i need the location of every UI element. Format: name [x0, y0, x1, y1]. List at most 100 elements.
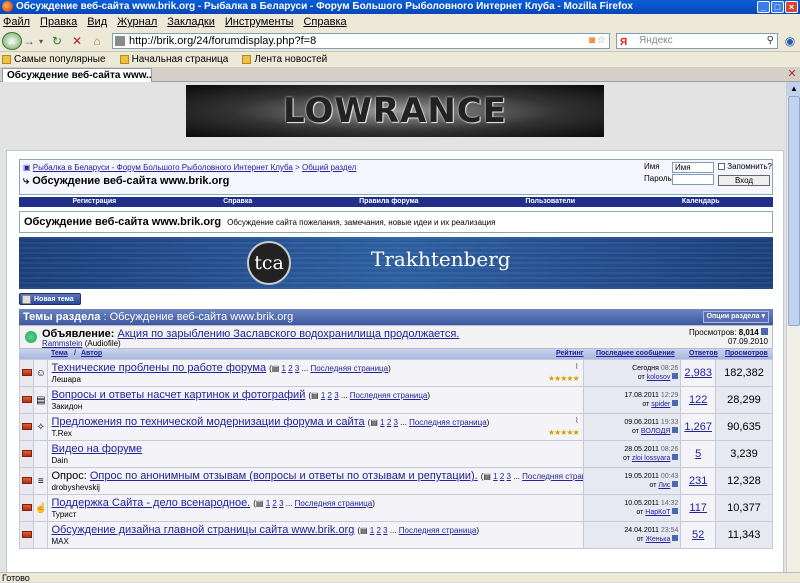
menu-tools[interactable]: Инструменты [225, 14, 294, 30]
topic-title-link[interactable]: Вопросы и ответы насчет картинок и фотог… [51, 389, 305, 401]
page-link[interactable]: 3 [334, 391, 338, 400]
bookmark-start-page[interactable]: Начальная страница [119, 52, 228, 67]
lowrance-banner[interactable]: LOWRANCE [186, 85, 604, 137]
new-topic-button[interactable]: Новая тема [19, 293, 81, 305]
home-icon[interactable]: ⌂ [90, 32, 104, 50]
last-page-link[interactable]: Последняя страница [350, 391, 428, 400]
topic-title-link[interactable]: Предложения по технической модернизации … [51, 416, 364, 428]
scroll-up-icon[interactable]: ▲ [787, 82, 800, 96]
password-input[interactable] [672, 174, 714, 185]
nav-members[interactable]: Пользователи [525, 197, 575, 207]
last-post-user-link[interactable]: ВОЛОДЯ [641, 428, 670, 435]
page-link[interactable]: 1 [282, 364, 286, 373]
tab-active[interactable]: Обсуждение веб-сайта www.... [2, 68, 152, 82]
login-button[interactable]: Вход [718, 175, 770, 186]
search-input[interactable]: Я Яндекс ⚲ [616, 33, 778, 49]
topic-title-link[interactable]: Обсуждение дизайна главной страницы сайт… [51, 524, 354, 536]
rss-icon[interactable]: ◙ [589, 34, 595, 48]
breadcrumb-section[interactable]: Общий раздел [302, 163, 356, 172]
forward-icon[interactable]: → [23, 32, 35, 50]
last-page-link[interactable]: Последняя страница [295, 499, 373, 508]
forum-options-button[interactable]: Опции раздела ▾ [702, 311, 769, 323]
last-page-link[interactable]: Последняя страница [409, 418, 487, 427]
close-tab-icon[interactable]: ✕ [786, 68, 798, 80]
go-to-last-post-icon[interactable] [672, 427, 679, 433]
col-rating[interactable]: Рейтинг [556, 349, 584, 359]
menu-view[interactable]: Вид [87, 14, 107, 30]
replies-link[interactable]: 1,267 [684, 421, 712, 433]
history-dropdown-icon[interactable]: ▾ [36, 32, 46, 50]
bookmark-news-feed[interactable]: Лента новостей [242, 52, 327, 67]
go-to-last-post-icon[interactable] [672, 373, 679, 379]
last-page-link[interactable]: Последняя страница [399, 526, 477, 535]
bookmark-most-visited[interactable]: Самые популярные [2, 52, 106, 67]
minimize-icon[interactable]: _ [757, 1, 770, 13]
search-icon[interactable]: ⚲ [767, 34, 774, 48]
back-icon[interactable]: ← [2, 32, 22, 50]
scrollbar-thumb[interactable] [788, 96, 800, 326]
menu-history[interactable]: Журнал [117, 14, 157, 30]
go-to-last-post-icon[interactable] [672, 454, 679, 460]
topic-title-link[interactable]: Технические проблены по работе форума [51, 362, 266, 374]
go-to-last-post-icon[interactable] [672, 508, 679, 514]
nav-calendar[interactable]: Календарь [682, 197, 720, 207]
menu-edit[interactable]: Правка [40, 14, 77, 30]
page-link[interactable]: 3 [295, 364, 299, 373]
page-link[interactable]: 3 [394, 418, 398, 427]
reload-icon[interactable]: ↻ [50, 32, 64, 50]
bookmark-star-icon[interactable]: ☆ [597, 34, 606, 48]
replies-link[interactable]: 122 [689, 394, 707, 406]
go-to-announcement-icon[interactable] [761, 328, 768, 335]
announcement-link[interactable]: Акция по зарыблению Заславского водохран… [117, 328, 459, 340]
last-page-link[interactable]: Последняя страница [310, 364, 388, 373]
remember-checkbox[interactable] [718, 163, 725, 171]
last-post-user-link[interactable]: kolosov [647, 374, 671, 381]
go-to-last-post-icon[interactable] [672, 400, 679, 406]
replies-link[interactable]: 2,983 [684, 367, 712, 379]
stop-icon[interactable]: ✕ [70, 32, 84, 50]
replies-link[interactable]: 52 [692, 529, 704, 541]
topic-title-link[interactable]: Поддержка Сайта - дело всенародное. [51, 497, 250, 509]
announcement-author-link[interactable]: Rammstein [42, 339, 82, 348]
page-link[interactable]: 1 [493, 472, 497, 481]
page-link[interactable]: 2 [500, 472, 504, 481]
page-link[interactable]: 3 [507, 472, 511, 481]
col-last-post[interactable]: Последнее сообщение [596, 349, 675, 359]
page-link[interactable]: 1 [370, 526, 374, 535]
addon-icon[interactable]: ◉ [782, 32, 798, 50]
page-link[interactable]: 2 [272, 499, 276, 508]
last-post-user-link[interactable]: НарКоТ [645, 509, 670, 516]
vertical-scrollbar[interactable]: ▲ [786, 82, 800, 572]
page-link[interactable]: 1 [380, 418, 384, 427]
page-link[interactable]: 3 [383, 526, 387, 535]
page-link[interactable]: 1 [321, 391, 325, 400]
last-post-user-link[interactable]: spider [651, 401, 670, 408]
replies-link[interactable]: 231 [689, 475, 707, 487]
last-post-user-link[interactable]: zloi lossyara [632, 455, 671, 462]
last-post-user-link[interactable]: Женька [645, 536, 670, 543]
nav-rules[interactable]: Правила форума [359, 197, 418, 207]
last-page-link[interactable]: Последняя страница [522, 472, 582, 481]
go-to-last-post-icon[interactable] [672, 481, 679, 487]
replies-link[interactable]: 117 [689, 502, 707, 514]
page-link[interactable]: 2 [387, 418, 391, 427]
page-link[interactable]: 1 [266, 499, 270, 508]
breadcrumb-home[interactable]: Рыбалка в Беларуси - Форум Большого Рыбо… [33, 163, 293, 172]
col-author[interactable]: Автор [81, 349, 102, 359]
last-post-user-link[interactable]: Лис [658, 482, 670, 489]
maximize-icon[interactable]: □ [771, 1, 784, 13]
url-bar[interactable]: http://brik.org/24/forumdisplay.php?f=8 … [112, 33, 610, 49]
topic-title-link[interactable]: Опрос по анонимным отзывам (вопросы и от… [90, 470, 478, 482]
page-link[interactable]: 2 [328, 391, 332, 400]
menu-bookmarks[interactable]: Закладки [167, 14, 215, 30]
col-views[interactable]: Просмотров [725, 349, 768, 359]
page-link[interactable]: 3 [279, 499, 283, 508]
remember-me[interactable]: Запомнить? [718, 162, 772, 171]
page-link[interactable]: 2 [288, 364, 292, 373]
username-input[interactable] [672, 162, 714, 173]
sponsor-banner[interactable]: tca Trakhtenberg [19, 237, 773, 289]
replies-link[interactable]: 5 [695, 448, 701, 460]
close-icon[interactable]: × [785, 1, 798, 13]
nav-register[interactable]: Регистрация [72, 197, 116, 207]
go-to-last-post-icon[interactable] [672, 535, 679, 541]
